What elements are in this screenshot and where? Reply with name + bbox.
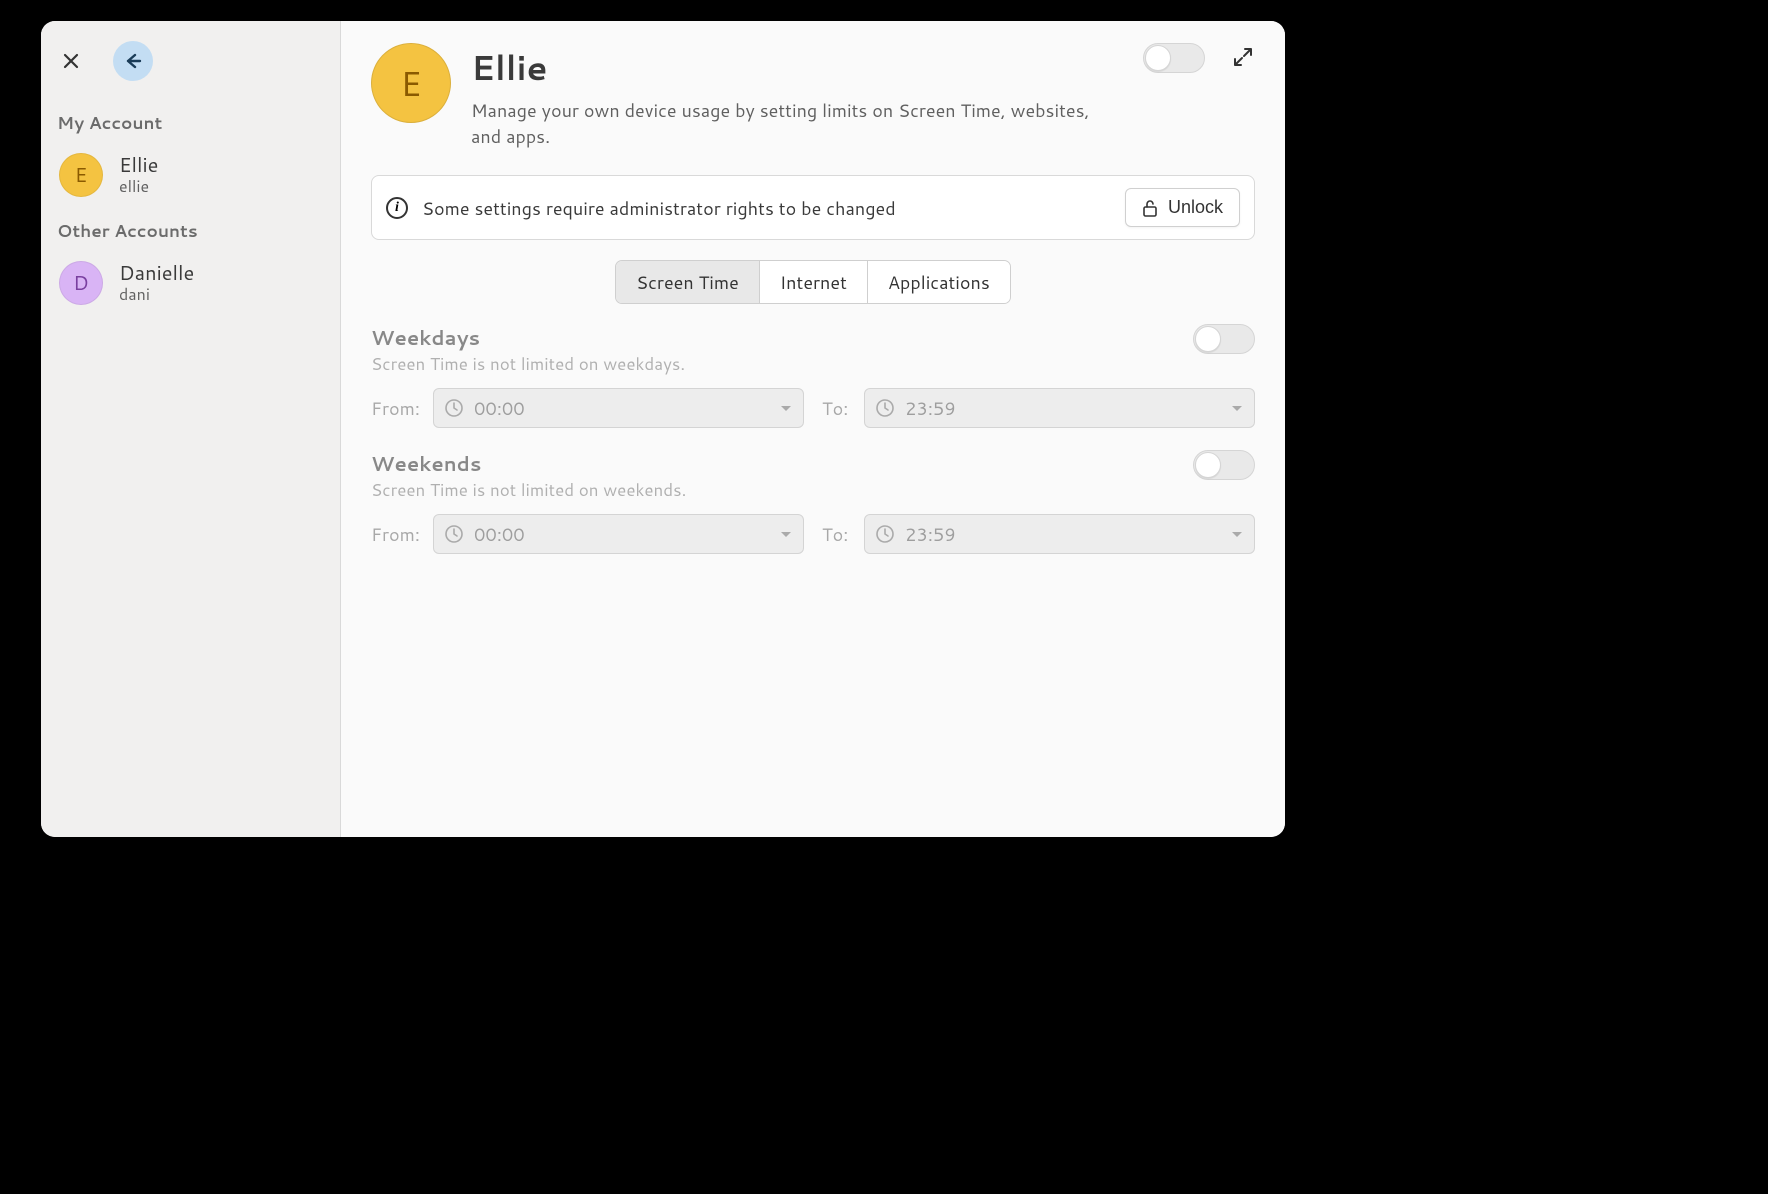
weekdays-time-row: From: 00:00 To: 23:59 bbox=[371, 388, 1255, 428]
tab-internet[interactable]: Internet bbox=[760, 261, 868, 303]
toggle-knob bbox=[1195, 326, 1221, 352]
avatar: E bbox=[59, 153, 103, 197]
account-username: ellie bbox=[119, 177, 158, 196]
header-text: Ellie Manage your own device usage by se… bbox=[471, 43, 1123, 149]
toggle-knob bbox=[1195, 452, 1221, 478]
notice-text: Some settings require administrator righ… bbox=[422, 195, 1111, 221]
weekends-time-row: From: 00:00 To: 23:59 bbox=[371, 514, 1255, 554]
weekdays-section: Weekdays Screen Time is not limited on w… bbox=[371, 324, 1255, 428]
to-label: To: bbox=[822, 521, 852, 547]
weekdays-to-pair: To: 23:59 bbox=[822, 388, 1255, 428]
sidebar: My Account E Ellie ellie Other Accounts … bbox=[41, 21, 341, 837]
admin-notice: i Some settings require administrator ri… bbox=[371, 175, 1255, 240]
weekends-from-pair: From: 00:00 bbox=[371, 514, 804, 554]
chevron-down-icon bbox=[1230, 527, 1244, 541]
unlock-label: Unlock bbox=[1168, 197, 1223, 218]
weekends-to-pair: To: 23:59 bbox=[822, 514, 1255, 554]
section-head: Weekdays Screen Time is not limited on w… bbox=[371, 324, 1255, 376]
back-button[interactable] bbox=[113, 41, 153, 81]
clock-icon bbox=[444, 524, 464, 544]
weekdays-subtitle: Screen Time is not limited on weekdays. bbox=[371, 352, 1181, 376]
chevron-down-icon bbox=[779, 401, 793, 415]
unlock-button[interactable]: Unlock bbox=[1125, 188, 1240, 227]
tab-applications[interactable]: Applications bbox=[868, 261, 1010, 303]
chevron-down-icon bbox=[1230, 401, 1244, 415]
weekends-subtitle: Screen Time is not limited on weekends. bbox=[371, 478, 1181, 502]
lock-open-icon bbox=[1142, 199, 1158, 217]
toggle-knob bbox=[1145, 45, 1171, 71]
tabs: Screen Time Internet Applications bbox=[371, 260, 1255, 304]
arrow-left-icon bbox=[123, 51, 143, 71]
clock-icon bbox=[444, 398, 464, 418]
maximize-button[interactable] bbox=[1233, 47, 1255, 69]
from-label: From: bbox=[371, 521, 421, 547]
sidebar-account-ellie[interactable]: E Ellie ellie bbox=[55, 145, 326, 205]
tab-screen-time[interactable]: Screen Time bbox=[616, 261, 760, 303]
weekdays-from-field[interactable]: 00:00 bbox=[433, 388, 804, 428]
clock-icon bbox=[875, 398, 895, 418]
sidebar-nav bbox=[55, 31, 326, 97]
chevron-down-icon bbox=[779, 527, 793, 541]
weekends-from-value: 00:00 bbox=[474, 521, 525, 547]
expand-icon bbox=[1233, 47, 1253, 67]
weekends-from-field[interactable]: 00:00 bbox=[433, 514, 804, 554]
account-text: Ellie ellie bbox=[119, 153, 158, 196]
info-icon: i bbox=[386, 197, 408, 219]
close-icon bbox=[63, 53, 79, 69]
account-username: dani bbox=[119, 285, 194, 304]
header: E Ellie Manage your own device usage by … bbox=[371, 43, 1255, 149]
account-name: Danielle bbox=[119, 261, 194, 285]
weekdays-to-value: 23:59 bbox=[905, 395, 956, 421]
segmented-control: Screen Time Internet Applications bbox=[615, 260, 1011, 304]
weekdays-from-pair: From: 00:00 bbox=[371, 388, 804, 428]
sidebar-account-danielle[interactable]: D Danielle dani bbox=[55, 253, 326, 313]
section-head: Weekends Screen Time is not limited on w… bbox=[371, 450, 1255, 502]
section-titles: Weekends Screen Time is not limited on w… bbox=[371, 450, 1181, 502]
settings-window: My Account E Ellie ellie Other Accounts … bbox=[41, 21, 1285, 837]
account-text: Danielle dani bbox=[119, 261, 194, 304]
user-avatar: E bbox=[371, 43, 451, 123]
clock-icon bbox=[875, 524, 895, 544]
main-content: E Ellie Manage your own device usage by … bbox=[341, 21, 1285, 837]
to-label: To: bbox=[822, 395, 852, 421]
weekdays-from-value: 00:00 bbox=[474, 395, 525, 421]
weekends-to-value: 23:59 bbox=[905, 521, 956, 547]
weekdays-title: Weekdays bbox=[371, 324, 1181, 352]
header-controls bbox=[1143, 43, 1255, 73]
weekends-title: Weekends bbox=[371, 450, 1181, 478]
from-label: From: bbox=[371, 395, 421, 421]
other-accounts-heading: Other Accounts bbox=[55, 205, 326, 253]
page-subtitle: Manage your own device usage by setting … bbox=[471, 97, 1123, 149]
account-name: Ellie bbox=[119, 153, 158, 177]
weekends-to-field[interactable]: 23:59 bbox=[864, 514, 1255, 554]
avatar: D bbox=[59, 261, 103, 305]
master-toggle[interactable] bbox=[1143, 43, 1205, 73]
weekends-toggle[interactable] bbox=[1193, 450, 1255, 480]
close-button[interactable] bbox=[57, 47, 85, 75]
weekdays-to-field[interactable]: 23:59 bbox=[864, 388, 1255, 428]
weekdays-toggle[interactable] bbox=[1193, 324, 1255, 354]
my-account-heading: My Account bbox=[55, 97, 326, 145]
section-titles: Weekdays Screen Time is not limited on w… bbox=[371, 324, 1181, 376]
weekends-section: Weekends Screen Time is not limited on w… bbox=[371, 450, 1255, 554]
page-title: Ellie bbox=[471, 43, 1123, 91]
